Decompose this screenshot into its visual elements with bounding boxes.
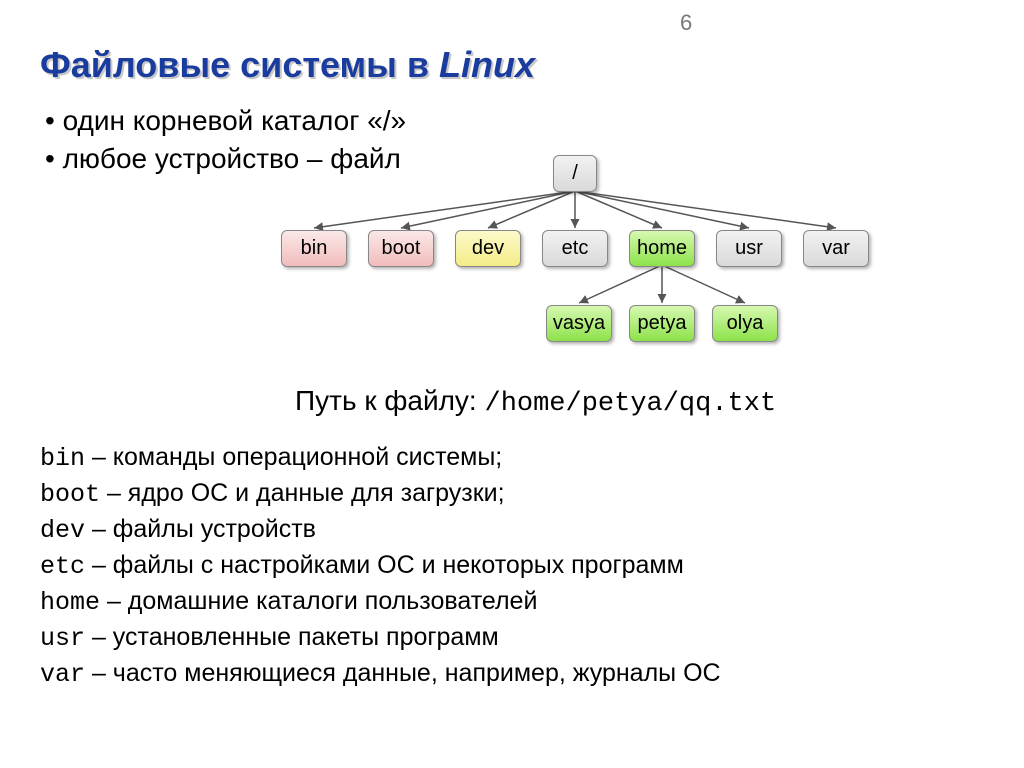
- desc-text: – команды операционной системы;: [85, 443, 502, 471]
- desc-row: usr – установленные пакеты программ: [40, 620, 721, 656]
- desc-row: etc – файлы с настройками ОС и некоторых…: [40, 548, 721, 584]
- slide: 6 Файловые системы в Linux один корневой…: [0, 0, 1024, 768]
- node-dev: dev: [455, 230, 521, 267]
- directory-descriptions: bin – команды операционной системы; boot…: [40, 440, 721, 692]
- node-home: home: [629, 230, 695, 267]
- desc-row: boot – ядро ОС и данные для загрузки;: [40, 476, 721, 512]
- node-root: /: [553, 155, 597, 192]
- desc-text: – файлы с настройками ОС и некоторых про…: [85, 551, 684, 579]
- node-olya: olya: [712, 305, 778, 342]
- desc-row: var – часто меняющиеся данные, например,…: [40, 656, 721, 692]
- desc-text: – домашние каталоги пользователей: [100, 587, 537, 615]
- page-number: 6: [680, 10, 692, 36]
- bullet-item: один корневой каталог «/»: [45, 102, 406, 140]
- desc-text: – ядро ОС и данные для загрузки;: [100, 479, 505, 507]
- desc-text: – установленные пакеты программ: [85, 623, 499, 651]
- node-petya: petya: [629, 305, 695, 342]
- desc-text: – часто меняющиеся данные, например, жур…: [85, 659, 721, 687]
- desc-key: var: [40, 660, 85, 689]
- desc-row: dev – файлы устройств: [40, 512, 721, 548]
- node-var: var: [803, 230, 869, 267]
- desc-key: usr: [40, 624, 85, 653]
- path-value: /home/petya/qq.txt: [485, 389, 777, 419]
- node-etc: etc: [542, 230, 608, 267]
- desc-key: bin: [40, 444, 85, 473]
- title-text-main: Файловые системы в: [40, 44, 429, 85]
- desc-row: home – домашние каталоги пользователей: [40, 584, 721, 620]
- node-bin: bin: [281, 230, 347, 267]
- node-vasya: vasya: [546, 305, 612, 342]
- path-line: Путь к файлу: /home/petya/qq.txt: [295, 385, 776, 419]
- path-label: Путь к файлу:: [295, 385, 477, 416]
- desc-key: home: [40, 588, 100, 617]
- node-boot: boot: [368, 230, 434, 267]
- title-text-linux: Linux: [439, 44, 535, 85]
- desc-key: dev: [40, 516, 85, 545]
- desc-row: bin – команды операционной системы;: [40, 440, 721, 476]
- desc-key: etc: [40, 552, 85, 581]
- node-usr: usr: [716, 230, 782, 267]
- desc-key: boot: [40, 480, 100, 509]
- slide-title: Файловые системы в Linux: [40, 44, 535, 86]
- desc-text: – файлы устройств: [85, 515, 316, 543]
- filesystem-tree: / bin boot dev etc home usr var vasya pe…: [260, 155, 930, 385]
